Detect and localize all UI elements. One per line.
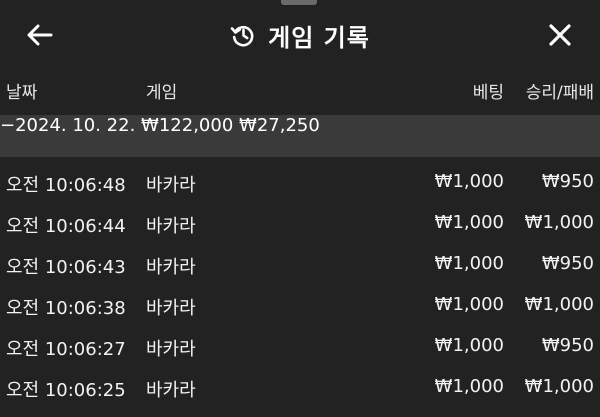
row-game: 바카라: [146, 175, 196, 196]
date-group-win-total: ₩27,250: [239, 115, 320, 136]
row-bet: ₩1,000: [434, 253, 504, 274]
row-game: 바카라: [146, 216, 196, 237]
column-header-game[interactable]: 게임: [146, 78, 177, 103]
history-icon: [230, 25, 254, 47]
close-icon: [549, 24, 571, 46]
column-header-win-loss[interactable]: 승리/패배: [526, 78, 594, 103]
row-time: 오전 10:06:48: [6, 175, 126, 196]
row-time: 오전 10:06:27: [6, 339, 126, 360]
header: 게임 기록: [0, 0, 600, 70]
title-group: 게임 기록: [0, 17, 600, 53]
row-bet: ₩1,000: [434, 376, 504, 397]
row-time: 오전 10:06:43: [6, 257, 126, 278]
table-row[interactable]: 오전 10:06:48 바카라 ₩1,000 ₩950: [0, 163, 600, 201]
row-result: ₩950: [541, 171, 594, 192]
row-result: ₩950: [541, 335, 594, 356]
row-result: ₩1,000: [524, 294, 594, 315]
row-time: 오전 10:06:44: [6, 216, 126, 237]
row-game: 바카라: [146, 298, 196, 319]
table-row[interactable]: 오전 10:06:38 바카라 ₩1,000 ₩1,000: [0, 286, 600, 324]
page-title: 게임 기록: [268, 23, 370, 52]
row-bet: ₩1,000: [434, 294, 504, 315]
row-result: ₩1,000: [524, 212, 594, 233]
table-row[interactable]: 오전 10:06:44 바카라 ₩1,000 ₩1,000: [0, 204, 600, 242]
date-group-bet-total: ₩122,000: [141, 115, 234, 136]
row-bet: ₩1,000: [434, 212, 504, 233]
date-group-label: −2024. 10. 22.: [0, 115, 136, 136]
row-game: 바카라: [146, 339, 196, 360]
row-time: 오전 10:06:25: [6, 380, 126, 401]
row-time: 오전 10:06:38: [6, 298, 126, 319]
close-button[interactable]: [540, 16, 580, 54]
column-headers: 날짜 게임 베팅 승리/패배: [0, 78, 600, 112]
row-bet: ₩1,000: [434, 171, 504, 192]
row-result: ₩950: [541, 253, 594, 274]
date-group-header[interactable]: −2024. 10. 22. ₩122,000 ₩27,250: [0, 115, 600, 157]
column-header-date[interactable]: 날짜: [6, 78, 37, 103]
table-row[interactable]: 오전 10:06:27 바카라 ₩1,000 ₩950: [0, 327, 600, 365]
table-row[interactable]: 오전 10:06:25 바카라 ₩1,000 ₩1,000: [0, 368, 600, 406]
row-bet: ₩1,000: [434, 335, 504, 356]
column-header-bet[interactable]: 베팅: [473, 78, 504, 103]
table-row[interactable]: 오전 10:06:43 바카라 ₩1,000 ₩950: [0, 245, 600, 283]
row-game: 바카라: [146, 257, 196, 278]
row-result: ₩1,000: [524, 376, 594, 397]
row-game: 바카라: [146, 380, 196, 401]
